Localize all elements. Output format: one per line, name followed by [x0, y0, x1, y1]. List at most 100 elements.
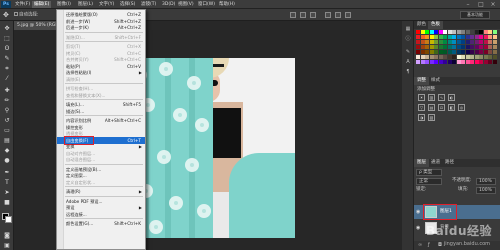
- maximize-button[interactable]: □: [475, 0, 487, 9]
- menu-1[interactable]: 编辑(E): [32, 1, 52, 8]
- color-swatch[interactable]: [429, 35, 434, 39]
- color-swatch[interactable]: [488, 55, 492, 59]
- exposure-icon[interactable]: ◐: [448, 94, 455, 101]
- menu-5[interactable]: 选择(S): [118, 1, 137, 8]
- color-swatch[interactable]: [465, 55, 470, 59]
- edit-menu-item[interactable]: 清除(E): [57, 76, 145, 83]
- color-swatch[interactable]: [470, 50, 474, 54]
- color-swatch[interactable]: [479, 45, 483, 49]
- menu-2[interactable]: 图像(I): [55, 1, 73, 8]
- color-swatch[interactable]: [447, 35, 452, 39]
- color-swatch[interactable]: [461, 30, 465, 34]
- blur-tool-icon[interactable]: ◆: [2, 146, 12, 155]
- tab-paths[interactable]: 路径: [442, 159, 457, 167]
- edit-menu-item[interactable]: 自动混合图层...: [57, 156, 145, 163]
- align-top-icon[interactable]: [290, 12, 296, 18]
- color-swatch[interactable]: [492, 60, 497, 64]
- vibrance-icon[interactable]: ▽: [418, 104, 425, 111]
- color-swatch[interactable]: [465, 50, 470, 54]
- color-swatch[interactable]: [443, 45, 447, 49]
- color-swatch[interactable]: [416, 60, 420, 64]
- color-swatch[interactable]: [447, 40, 452, 44]
- color-swatch[interactable]: [461, 35, 465, 39]
- color-swatch[interactable]: [488, 50, 492, 54]
- color-swatch[interactable]: [443, 35, 447, 39]
- color-swatch[interactable]: [438, 45, 443, 49]
- canvas-image[interactable]: [129, 58, 295, 238]
- color-swatch[interactable]: [465, 60, 470, 64]
- crop-tool-icon[interactable]: ⌗: [2, 64, 12, 73]
- color-swatch[interactable]: [465, 30, 470, 34]
- clone-stamp-tool-icon[interactable]: ⚲: [2, 106, 12, 115]
- color-swatch[interactable]: [474, 55, 479, 59]
- color-swatch[interactable]: [474, 35, 479, 39]
- color-swatch[interactable]: [416, 35, 420, 39]
- color-swatch[interactable]: [483, 45, 488, 49]
- color-swatch[interactable]: [447, 30, 452, 34]
- color-swatch[interactable]: [470, 40, 474, 44]
- document-tab[interactable]: 5.jpg @ 50% (RGB/8): [14, 21, 56, 30]
- color-swatch[interactable]: [425, 30, 429, 34]
- history-brush-tool-icon[interactable]: ↺: [2, 116, 12, 125]
- marquee-tool-icon[interactable]: ⬚: [2, 34, 12, 43]
- edit-menu-item[interactable]: 后退一步(K) Alt+Ctrl+Z: [57, 24, 145, 31]
- brush-panel-icon[interactable]: ✎: [404, 49, 412, 56]
- background-color-swatch[interactable]: [5, 216, 12, 223]
- dodge-tool-icon[interactable]: ●: [2, 156, 12, 165]
- color-swatch[interactable]: [483, 35, 488, 39]
- color-swatch[interactable]: [456, 55, 461, 59]
- quick-select-tool-icon[interactable]: ✎: [2, 54, 12, 63]
- color-swatch[interactable]: [452, 50, 456, 54]
- blend-mode-select[interactable]: 正常: [416, 178, 442, 185]
- edit-menu-item[interactable]: 清理(R) ▶: [57, 188, 145, 195]
- color-swatch[interactable]: [452, 45, 456, 49]
- layer-kind-filter[interactable]: ρ 类型: [416, 169, 442, 176]
- color-swatch[interactable]: [492, 45, 497, 49]
- color-swatch[interactable]: [474, 60, 479, 64]
- color-swatch[interactable]: [474, 30, 479, 34]
- color-swatch[interactable]: [429, 30, 434, 34]
- color-swatch[interactable]: [483, 40, 488, 44]
- color-swatch[interactable]: [483, 55, 488, 59]
- color-swatch[interactable]: [447, 55, 452, 59]
- color-swatch[interactable]: [452, 55, 456, 59]
- color-swatch[interactable]: [488, 45, 492, 49]
- edit-menu-item[interactable]: 渐隐(D)... Shift+Ctrl+F: [57, 34, 145, 41]
- color-swatch[interactable]: [443, 40, 447, 44]
- color-swatch[interactable]: [474, 40, 479, 44]
- tab-adjustments[interactable]: 调整: [414, 77, 429, 85]
- color-swatch[interactable]: [456, 60, 461, 64]
- color-swatch[interactable]: [443, 30, 447, 34]
- color-swatch[interactable]: [483, 60, 488, 64]
- color-swatch[interactable]: [425, 45, 429, 49]
- color-swatch[interactable]: [434, 30, 438, 34]
- edit-menu-item[interactable]: 查找和替换文本(X)...: [57, 92, 145, 99]
- tab-layers[interactable]: 图层: [414, 159, 429, 167]
- history-panel-icon[interactable]: ▦: [404, 26, 412, 33]
- brush-tool-icon[interactable]: ✏: [2, 96, 12, 105]
- edit-menu-item[interactable]: 颜色设置(G)... Shift+Ctrl+K: [57, 220, 145, 227]
- color-swatch[interactable]: [461, 50, 465, 54]
- color-swatch[interactable]: [456, 35, 461, 39]
- color-swatch[interactable]: [429, 60, 434, 64]
- edit-menu-item[interactable]: 描边(S)...: [57, 108, 145, 115]
- color-swatch[interactable]: [425, 50, 429, 54]
- color-swatch[interactable]: [416, 45, 420, 49]
- edit-menu-item[interactable]: 定义自定形状...: [57, 179, 145, 186]
- align-center-icon[interactable]: [335, 12, 341, 18]
- color-swatch[interactable]: [425, 55, 429, 59]
- color-swatch[interactable]: [465, 35, 470, 39]
- color-swatch[interactable]: [474, 45, 479, 49]
- color-swatch[interactable]: [492, 35, 497, 39]
- tab-color[interactable]: 颜色: [414, 21, 429, 29]
- color-swatch[interactable]: [434, 35, 438, 39]
- healing-brush-tool-icon[interactable]: ✚: [2, 86, 12, 95]
- menu-9[interactable]: 窗口(W): [196, 1, 217, 8]
- color-swatch[interactable]: [429, 50, 434, 54]
- opacity-input[interactable]: 100%: [476, 178, 496, 185]
- color-swatch[interactable]: [461, 55, 465, 59]
- color-swatch[interactable]: [492, 50, 497, 54]
- color-swatch[interactable]: [443, 55, 447, 59]
- path-select-tool-icon[interactable]: ➤: [2, 188, 12, 197]
- color-swatch[interactable]: [443, 60, 447, 64]
